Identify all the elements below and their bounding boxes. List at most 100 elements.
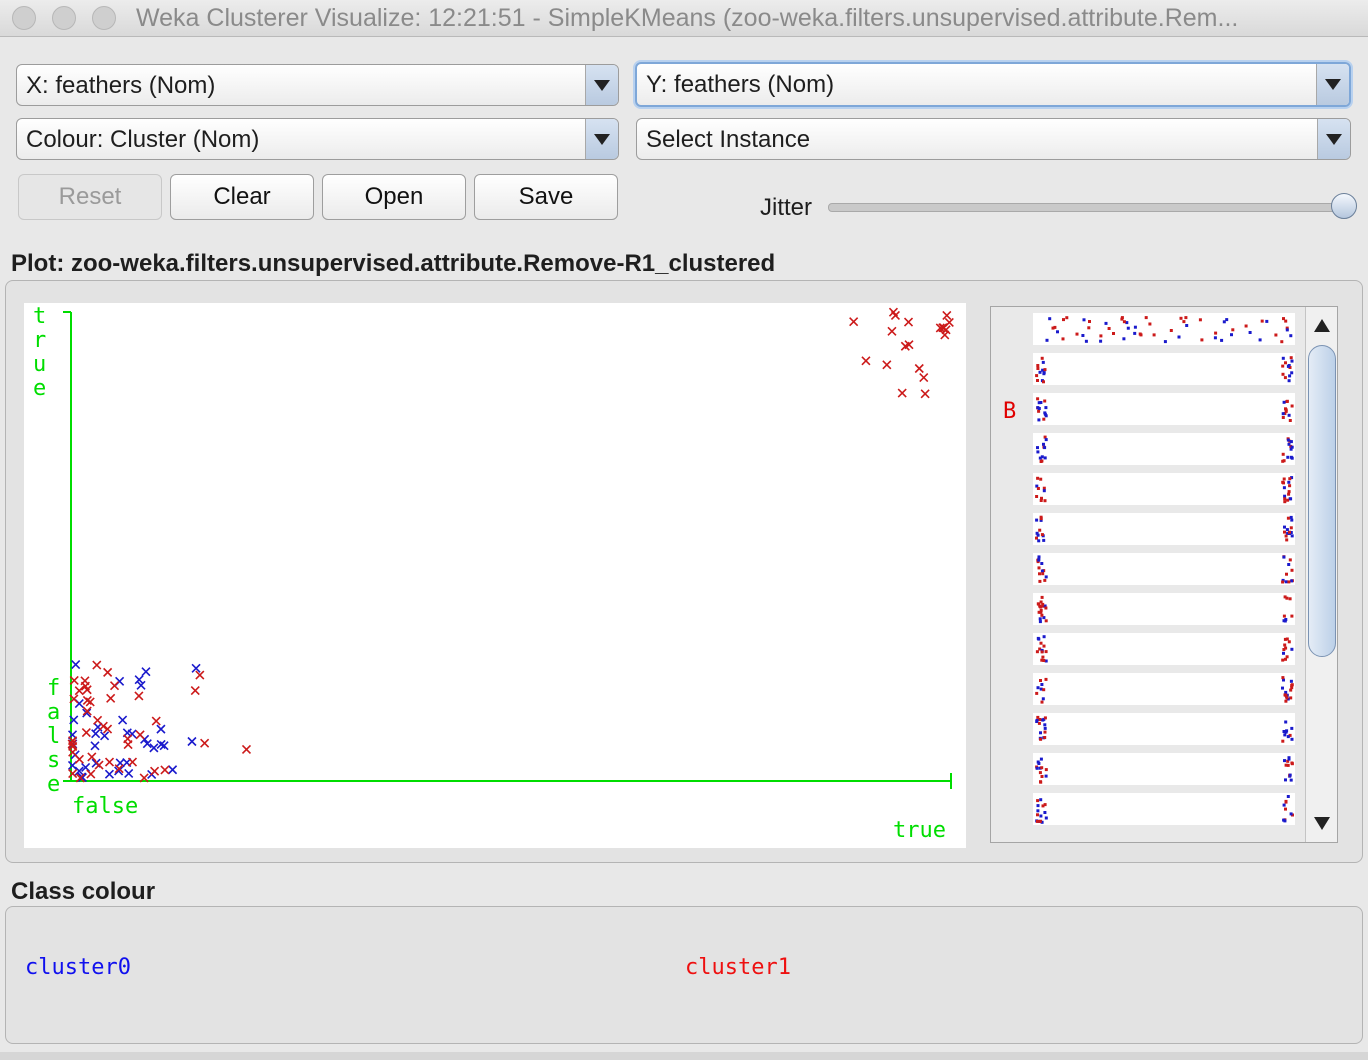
strip-point — [1043, 578, 1047, 582]
strip-point — [1133, 325, 1137, 329]
clear-button[interactable]: Clear — [170, 174, 314, 220]
strip-point — [1289, 440, 1293, 444]
scatter-point-cluster1 — [85, 697, 95, 707]
strip-point — [1040, 613, 1044, 617]
strip-point — [1040, 356, 1044, 360]
strip-point — [1039, 780, 1042, 784]
strip-point — [1039, 401, 1043, 404]
strip-point — [1284, 699, 1288, 703]
scatter-point-cluster1 — [134, 691, 144, 701]
zoom-window-button[interactable] — [92, 6, 116, 30]
strip-point — [1042, 442, 1045, 446]
strip-point — [1288, 477, 1292, 481]
vertical-scrollbar[interactable] — [1305, 307, 1337, 842]
jitter-slider-track[interactable] — [828, 203, 1350, 212]
strip-point — [1043, 446, 1047, 450]
strip-point — [1281, 372, 1285, 376]
strip-point — [1082, 318, 1086, 322]
attribute-strip[interactable] — [1033, 393, 1295, 425]
strip-point — [1148, 322, 1152, 326]
strip-point — [1283, 759, 1286, 763]
strip-point — [1036, 476, 1040, 480]
attribute-strip[interactable] — [1033, 793, 1295, 825]
strip-point — [1285, 572, 1288, 576]
strip-point — [1133, 331, 1137, 335]
scatter-point-cluster1 — [106, 693, 116, 703]
strip-point — [1040, 459, 1044, 463]
scroll-up-icon[interactable] — [1314, 319, 1330, 332]
strip-point — [1042, 635, 1046, 639]
scatter-point-cluster1 — [81, 728, 91, 738]
strip-point — [1283, 500, 1287, 504]
strip-point — [1122, 337, 1126, 341]
strip-point — [1039, 499, 1043, 502]
strip-point — [1287, 442, 1291, 446]
attribute-strip-points — [1036, 595, 1294, 624]
strip-point — [1286, 795, 1290, 798]
scatter-point-cluster1 — [68, 769, 78, 779]
select-instance-select[interactable]: Select Instance — [636, 118, 1351, 160]
strip-point — [1281, 686, 1284, 690]
close-window-button[interactable] — [12, 6, 36, 30]
strip-point — [1287, 379, 1291, 383]
x-axis-select[interactable]: X: feathers (Nom) — [16, 64, 619, 106]
scatter-point-cluster1 — [151, 716, 161, 726]
strip-point — [1084, 339, 1088, 343]
strip-point — [1039, 814, 1043, 818]
strip-point — [1039, 477, 1043, 481]
strip-point — [1213, 336, 1217, 340]
attribute-strip[interactable] — [1033, 313, 1295, 345]
scatter-point-cluster0 — [141, 667, 151, 677]
strip-point — [1289, 356, 1293, 360]
strip-point — [1283, 376, 1287, 380]
attribute-strip[interactable] — [1033, 593, 1295, 625]
strip-point — [1287, 480, 1291, 484]
attribute-strip[interactable] — [1033, 753, 1295, 785]
x-tick-label-true: true — [893, 818, 946, 843]
strip-point — [1042, 489, 1046, 493]
strip-point — [1284, 407, 1287, 411]
scatter-point-cluster1 — [200, 738, 210, 748]
attribute-strip[interactable] — [1033, 353, 1295, 385]
scroll-down-icon[interactable] — [1314, 817, 1330, 830]
strip-point — [1099, 334, 1103, 338]
y-axis-select[interactable]: Y: feathers (Nom) — [635, 62, 1351, 107]
strip-point — [1282, 555, 1286, 559]
plot-title: Plot: zoo-weka.filters.unsupervised.attr… — [11, 250, 776, 277]
attribute-strip[interactable] — [1033, 473, 1295, 505]
chevron-down-icon — [585, 65, 618, 105]
attribute-strip-points — [1045, 316, 1293, 344]
strip-point — [1056, 330, 1059, 334]
scatter-point-cluster1 — [94, 760, 104, 770]
scatter-point-cluster1 — [104, 757, 115, 767]
save-button[interactable]: Save — [474, 174, 618, 220]
scatter-point-cluster0 — [71, 659, 81, 670]
scrollbar-thumb[interactable] — [1308, 345, 1336, 657]
attribute-strip[interactable] — [1033, 433, 1295, 465]
strip-point — [1035, 374, 1039, 378]
reset-button[interactable]: Reset — [18, 174, 162, 220]
legend-cluster0[interactable]: cluster0 — [25, 955, 131, 980]
strip-point — [1035, 718, 1039, 722]
attribute-strip[interactable] — [1033, 513, 1295, 545]
plot-points — [67, 307, 954, 783]
colour-select[interactable]: Colour: Cluster (Nom) — [16, 118, 619, 160]
strip-point — [1037, 721, 1041, 725]
legend-cluster1[interactable]: cluster1 — [685, 955, 791, 980]
scatter-point-cluster1 — [914, 363, 924, 374]
strip-point — [1281, 356, 1285, 360]
strip-point — [1043, 811, 1047, 814]
scatter-point-cluster1 — [897, 388, 907, 398]
attribute-strip[interactable] — [1033, 713, 1295, 745]
open-button[interactable]: Open — [322, 174, 466, 220]
minimize-window-button[interactable] — [52, 6, 76, 30]
scatter-plot[interactable]: false true true false — [24, 303, 966, 848]
strip-point — [1040, 562, 1044, 565]
attribute-strip[interactable] — [1033, 633, 1295, 665]
attribute-strip[interactable] — [1033, 553, 1295, 585]
strip-point — [1042, 417, 1046, 421]
attribute-strip[interactable] — [1033, 673, 1295, 705]
jitter-slider-handle[interactable] — [1331, 193, 1357, 219]
strip-point — [1286, 455, 1290, 459]
strip-point — [1281, 676, 1285, 680]
